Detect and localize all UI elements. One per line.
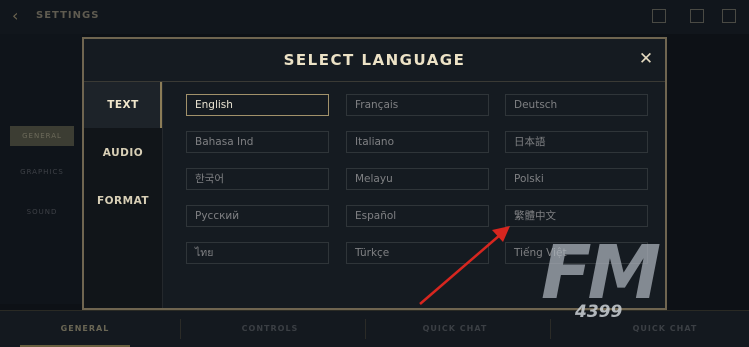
watermark-number: 4399 (575, 302, 623, 322)
watermark-logo: FM 4399 (541, 230, 725, 336)
arrow-line (419, 234, 501, 305)
